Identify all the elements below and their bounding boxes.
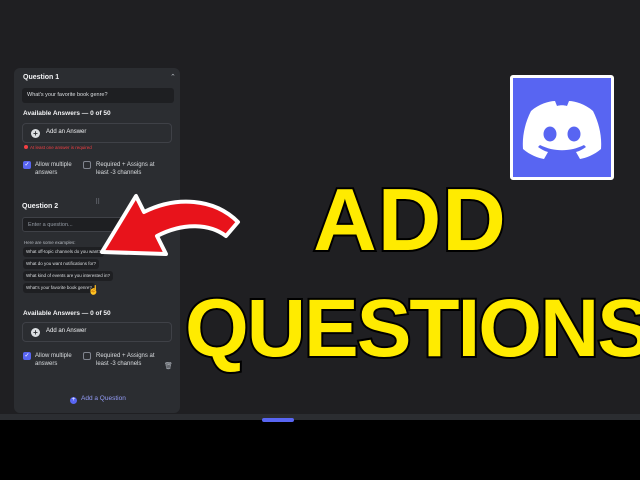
headline-add: ADD [311,170,508,269]
headline-questions: QUESTIONS [183,283,640,374]
